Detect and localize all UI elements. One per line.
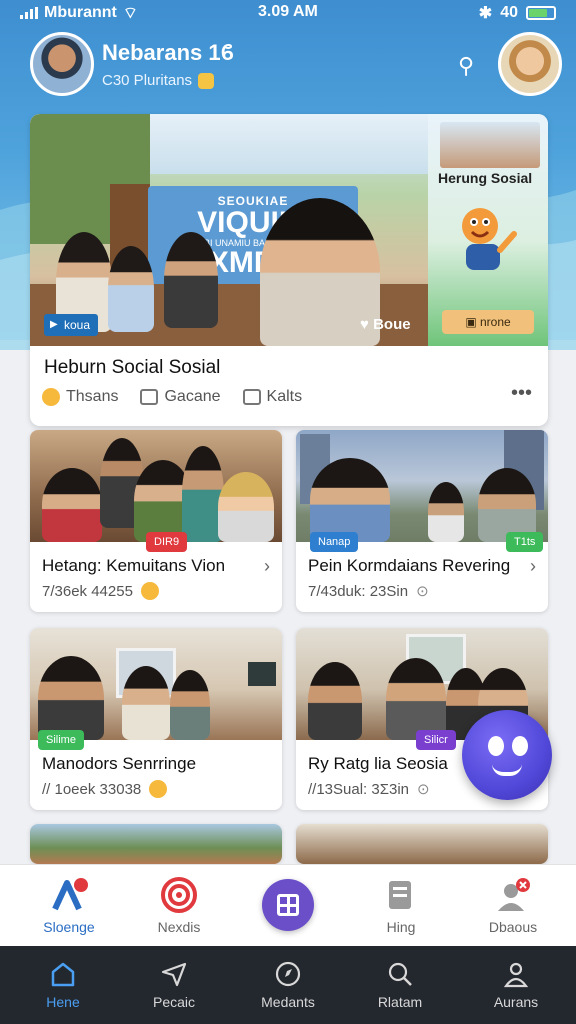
post-title: Ry Ratg lia Seosia <box>308 754 448 773</box>
document-icon <box>381 875 421 915</box>
emoji-icon <box>42 388 60 406</box>
comment-icon <box>242 389 261 405</box>
nav-medants[interactable]: Medants <box>238 960 338 1010</box>
post-image <box>30 430 282 542</box>
post-meta: //13Sual: 3Σ3in ⊙ <box>308 780 430 799</box>
clock: 3.09 AM <box>258 3 318 20</box>
post-badge: Nanap <box>310 532 359 552</box>
wifi-icon: ⌔ <box>122 5 138 22</box>
featured-meta: Thsans Gacane Kalts <box>42 388 302 406</box>
post-card[interactable]: Nanap T1ts Pein Kormdaians Revering › 7/… <box>296 430 548 612</box>
post-title: Hetang: Kemuitans Vion <box>42 556 226 575</box>
signal-icon <box>20 7 38 19</box>
post-title: Pein Kormdaians Revering <box>308 556 511 575</box>
nav-pecaic[interactable]: Pecaic <box>124 960 224 1010</box>
user-avatar[interactable] <box>30 32 94 96</box>
user-name: Nebarans 1ϐ <box>102 40 235 65</box>
post-title: Manodors Senrringe <box>42 754 197 773</box>
tab-sloenge[interactable]: Sloenge <box>14 875 124 935</box>
post-meta: 7/36ek 44255 <box>42 582 159 600</box>
post-badge-secondary: T1ts <box>506 532 544 552</box>
pin-icon: ⊙ <box>417 781 430 798</box>
mascot-icon <box>462 208 517 270</box>
side-promo-title: Herung Sosial <box>438 170 533 186</box>
send-icon <box>160 960 188 988</box>
app-logo-icon <box>49 875 89 915</box>
chevron-right-icon[interactable]: › <box>530 556 536 577</box>
tab-hing[interactable]: Hing <box>346 875 456 935</box>
compass-icon <box>274 960 302 988</box>
tab-nexdis[interactable]: Nexdis <box>124 875 234 935</box>
post-meta: // 1oeek 33038 <box>42 780 168 798</box>
more-options-icon[interactable]: ••• <box>511 382 532 405</box>
home-icon <box>49 960 77 988</box>
post-badge: Silicr <box>416 730 456 750</box>
featured-badge: ♥ Boue <box>360 316 411 333</box>
person-icon <box>502 960 530 988</box>
featured-title: Heburn Social Sosial <box>44 357 221 378</box>
search-icon <box>386 960 414 988</box>
wave-hand-icon <box>198 72 215 89</box>
nav-rlatam[interactable]: Rlatam <box>350 960 450 1010</box>
grid-icon[interactable] <box>262 879 314 931</box>
side-promo-image <box>440 122 540 168</box>
bluetooth-icon: ✱ <box>478 5 493 22</box>
tab-dbaous[interactable]: Dbaous <box>458 875 568 935</box>
post-image <box>30 824 282 864</box>
post-meta: 7/43duk: 23Sin ⊙ <box>308 582 429 601</box>
post-badge: Silime <box>38 730 84 750</box>
user-alert-icon <box>493 875 533 915</box>
meta-item[interactable]: Gacane <box>140 388 221 406</box>
side-promo[interactable]: Herung Sosial ▣ nrone <box>428 114 548 346</box>
featured-image: SEOUKIAE VIQUIIA BI UNAMIU BAFCHKAN XMDA… <box>30 114 428 346</box>
post-image <box>30 628 282 740</box>
post-card[interactable] <box>30 824 282 864</box>
status-bar: Mburannt ⌔ 3.09 AM ✱ 40 <box>0 0 576 26</box>
post-badge: DIR9 <box>146 532 188 552</box>
emoji-icon <box>140 582 159 600</box>
pin-icon: ⊙ <box>416 583 429 600</box>
side-promo-button[interactable]: ▣ nrone <box>442 310 534 334</box>
link-icon[interactable]: ⚲ <box>452 52 480 80</box>
post-image <box>296 430 548 542</box>
target-icon <box>159 875 199 915</box>
featured-card[interactable]: SEOUKIAE VIQUIIA BI UNAMIU BAFCHKAN XMDA… <box>30 114 548 426</box>
featured-tag[interactable]: koua <box>44 314 99 336</box>
battery-percent: 40 <box>500 4 518 21</box>
meta-item[interactable]: Thsans <box>42 388 118 406</box>
nav-aurans[interactable]: Aurans <box>466 960 566 1010</box>
meta-item[interactable]: Kalts <box>242 388 302 406</box>
battery-icon <box>526 6 556 20</box>
friend-avatar[interactable] <box>498 32 562 96</box>
assistant-bot-button[interactable] <box>462 710 552 800</box>
bottom-navigation: Hene Pecaic Medants Rlatam Aurans <box>0 946 576 1024</box>
user-subtitle: Ϲ30 Ρluritans <box>102 72 215 89</box>
post-card[interactable]: DIR9 Hetang: Kemuitans Vion › 7/36ek 442… <box>30 430 282 612</box>
shortcut-bar: Sloenge Nexdis Hing Dbaous <box>0 864 576 946</box>
post-card[interactable] <box>296 824 548 864</box>
nav-home[interactable]: Hene <box>13 960 113 1010</box>
chevron-right-icon[interactable]: › <box>264 556 270 577</box>
profile-header: Nebarans 1ϐ Ϲ30 Ρluritans ⚲ <box>0 30 576 110</box>
carrier-name: Mburannt <box>44 4 117 21</box>
post-image <box>296 824 548 864</box>
emoji-icon <box>149 780 168 798</box>
gallery-icon <box>140 389 159 405</box>
post-card[interactable]: Silime Manodors Senrringe // 1oeek 33038 <box>30 628 282 810</box>
